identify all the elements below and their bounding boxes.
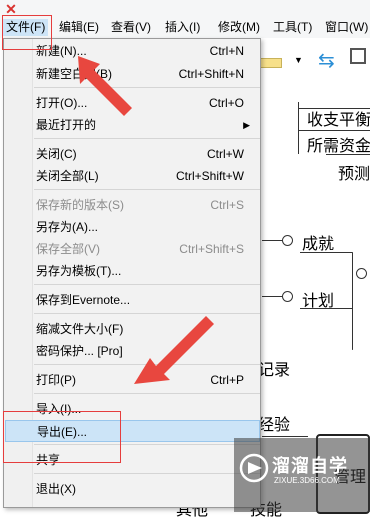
color-swatch[interactable] <box>258 58 282 68</box>
relationship-icon[interactable]: ⇆ <box>318 48 335 73</box>
menu-modify[interactable]: 修改(M) <box>215 19 263 36</box>
menu-item-label: 保存新的版本(S) <box>36 198 124 212</box>
menu-item-close-all[interactable]: 关闭全部(L) Ctrl+Shift+W <box>5 165 260 187</box>
connector-line <box>298 130 370 131</box>
connector-line <box>352 252 353 350</box>
menu-item-reduce-size[interactable]: 缩减文件大小(F) <box>5 318 260 340</box>
submenu-arrow-icon: ▶ <box>243 120 250 130</box>
menu-insert[interactable]: 插入(I) <box>162 19 203 36</box>
menu-item-close[interactable]: 关闭(C) Ctrl+W <box>5 143 260 165</box>
highlight-box-export <box>3 411 121 463</box>
menu-separator <box>34 364 260 365</box>
menu-item-shortcut: Ctrl+Shift+S <box>179 242 244 256</box>
menu-item-label: 保存全部(V) <box>36 242 100 256</box>
menu-item-recent[interactable]: 最近打开的 ▶ <box>5 114 260 136</box>
menu-item-save-as-template[interactable]: 另存为模板(T)... <box>5 260 260 282</box>
menu-item-label: 另存为(A)... <box>36 220 98 234</box>
mindmap-node[interactable]: 所需资金 <box>307 132 370 156</box>
menu-item-shortcut: Ctrl+P <box>210 373 244 387</box>
menu-item-open[interactable]: 打开(O)... Ctrl+O <box>5 92 260 114</box>
mindmap-node[interactable]: 经验 <box>258 411 290 435</box>
menu-edit[interactable]: 编辑(E) <box>56 19 102 36</box>
menu-item-password[interactable]: 密码保护... [Pro] <box>5 340 260 362</box>
highlight-box-file-menu <box>2 15 52 50</box>
menu-item-save-as[interactable]: 另存为(A)... <box>5 216 260 238</box>
menu-item-label: 退出(X) <box>36 482 76 496</box>
watermark-url: ZIXUE.3D66.COM <box>274 476 340 485</box>
menu-item-label: 最近打开的 <box>36 118 97 132</box>
mindmap-node[interactable]: 预测 <box>338 160 370 184</box>
menu-view[interactable]: 查看(V) <box>108 19 154 36</box>
connector-line <box>262 436 308 437</box>
menu-separator <box>34 313 260 314</box>
menu-separator <box>34 138 260 139</box>
menu-separator <box>34 473 260 474</box>
menu-item-shortcut: Ctrl+O <box>208 96 244 110</box>
menu-item-shortcut: Ctrl+N <box>209 44 244 58</box>
menu-item-label: 关闭全部(L) <box>36 169 99 183</box>
collapse-handle-icon[interactable] <box>282 235 293 246</box>
watermark-title: 溜溜自学 <box>272 456 348 476</box>
connector-line <box>262 240 284 241</box>
menu-item-shortcut: Ctrl+S <box>210 198 244 212</box>
menu-item-print[interactable]: 打印(P) Ctrl+P <box>5 369 260 391</box>
mindmap-node[interactable]: 记录 <box>258 356 290 380</box>
menu-item-label: 打印(P) <box>36 373 76 387</box>
collapse-handle-icon[interactable] <box>356 268 367 279</box>
watermark: 溜溜自学 ZIXUE.3D66.COM <box>234 438 370 512</box>
menu-item-label: 保存到Evernote... <box>36 293 131 307</box>
menu-bar: ✕ 文件(F) 编辑(E) 查看(V) 插入(I) 修改(M) 工具(T) 窗口… <box>0 0 370 39</box>
connector-line <box>300 308 352 309</box>
mindmap-node[interactable]: 收支平衡 <box>307 106 370 130</box>
dropdown-arrow-icon[interactable]: ▼ <box>294 55 303 65</box>
menu-item-label: 新建空白图(B) <box>36 67 112 81</box>
menu-item-label: 密码保护... [Pro] <box>36 344 123 358</box>
menu-item-save-all[interactable]: 保存全部(V) Ctrl+Shift+S <box>5 238 260 260</box>
menu-item-exit[interactable]: 退出(X) <box>5 478 260 500</box>
menu-item-label: 关闭(C) <box>36 147 77 161</box>
connector-line <box>262 296 284 297</box>
menu-item-label: 打开(O)... <box>36 96 88 110</box>
menu-tools[interactable]: 工具(T) <box>270 19 315 36</box>
menu-item-label: 缩减文件大小(F) <box>36 322 124 336</box>
mindmap-node[interactable]: 成就 <box>302 230 334 254</box>
menu-window[interactable]: 窗口(W) <box>322 19 370 36</box>
menu-item-save-to-evernote[interactable]: 保存到Evernote... <box>5 289 260 311</box>
boundary-icon[interactable] <box>350 48 366 64</box>
menu-item-shortcut: Ctrl+Shift+W <box>175 169 244 183</box>
collapse-handle-icon[interactable] <box>282 291 293 302</box>
menu-separator <box>34 189 260 190</box>
menu-separator <box>34 393 260 394</box>
menu-separator <box>34 284 260 285</box>
menu-item-save-new-version[interactable]: 保存新的版本(S) Ctrl+S <box>5 194 260 216</box>
connector-line <box>300 252 352 253</box>
menu-item-shortcut: Ctrl+Shift+N <box>178 67 244 81</box>
menu-item-new-blank[interactable]: 新建空白图(B) Ctrl+Shift+N <box>5 63 260 85</box>
menu-item-shortcut: Ctrl+W <box>207 147 244 161</box>
connector-line <box>298 102 299 154</box>
menu-separator <box>34 87 260 88</box>
menu-item-label: 另存为模板(T)... <box>36 264 122 278</box>
